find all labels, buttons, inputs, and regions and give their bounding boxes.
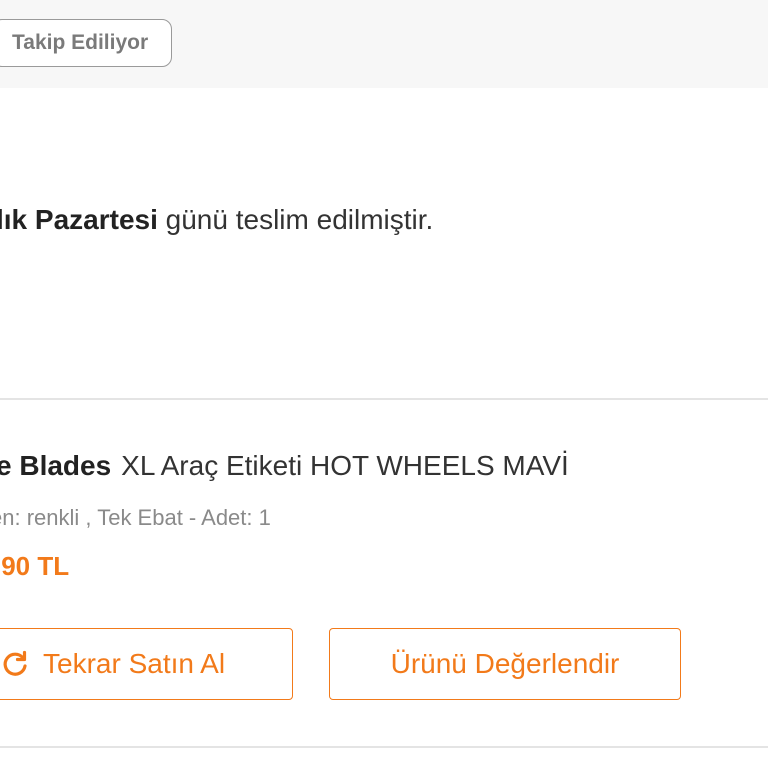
product-title[interactable]: e Blades XL Araç Etiketi HOT WHEELS MAVİ bbox=[0, 450, 569, 482]
product-name: XL Araç Etiketi HOT WHEELS MAVİ bbox=[121, 450, 569, 481]
product-variant: en: renkli , Tek Ebat - Adet: 1 bbox=[0, 505, 271, 530]
delivery-day: lık Pazartesi bbox=[0, 204, 158, 235]
section-divider-bottom bbox=[0, 746, 768, 748]
rate-product-button[interactable]: Ürünü Değerlendir bbox=[329, 628, 681, 700]
delivery-status-text: lık Pazartesi günü teslim edilmiştir. bbox=[0, 204, 433, 236]
follow-status-label: Takip Ediliyor bbox=[12, 31, 149, 54]
seller-header-band: Takip Ediliyor bbox=[0, 0, 768, 88]
rate-product-button-label: Ürünü Değerlendir bbox=[390, 648, 620, 679]
refresh-icon bbox=[1, 650, 29, 678]
rebuy-button[interactable]: Tekrar Satın Al bbox=[0, 628, 293, 700]
product-brand: e Blades bbox=[0, 450, 112, 481]
follow-status-button[interactable]: Takip Ediliyor bbox=[0, 19, 172, 67]
section-divider bbox=[0, 398, 768, 400]
rebuy-button-label: Tekrar Satın Al bbox=[43, 648, 226, 679]
delivery-rest: günü teslim edilmiştir. bbox=[157, 204, 434, 235]
product-price: ,90 TL bbox=[0, 551, 70, 581]
